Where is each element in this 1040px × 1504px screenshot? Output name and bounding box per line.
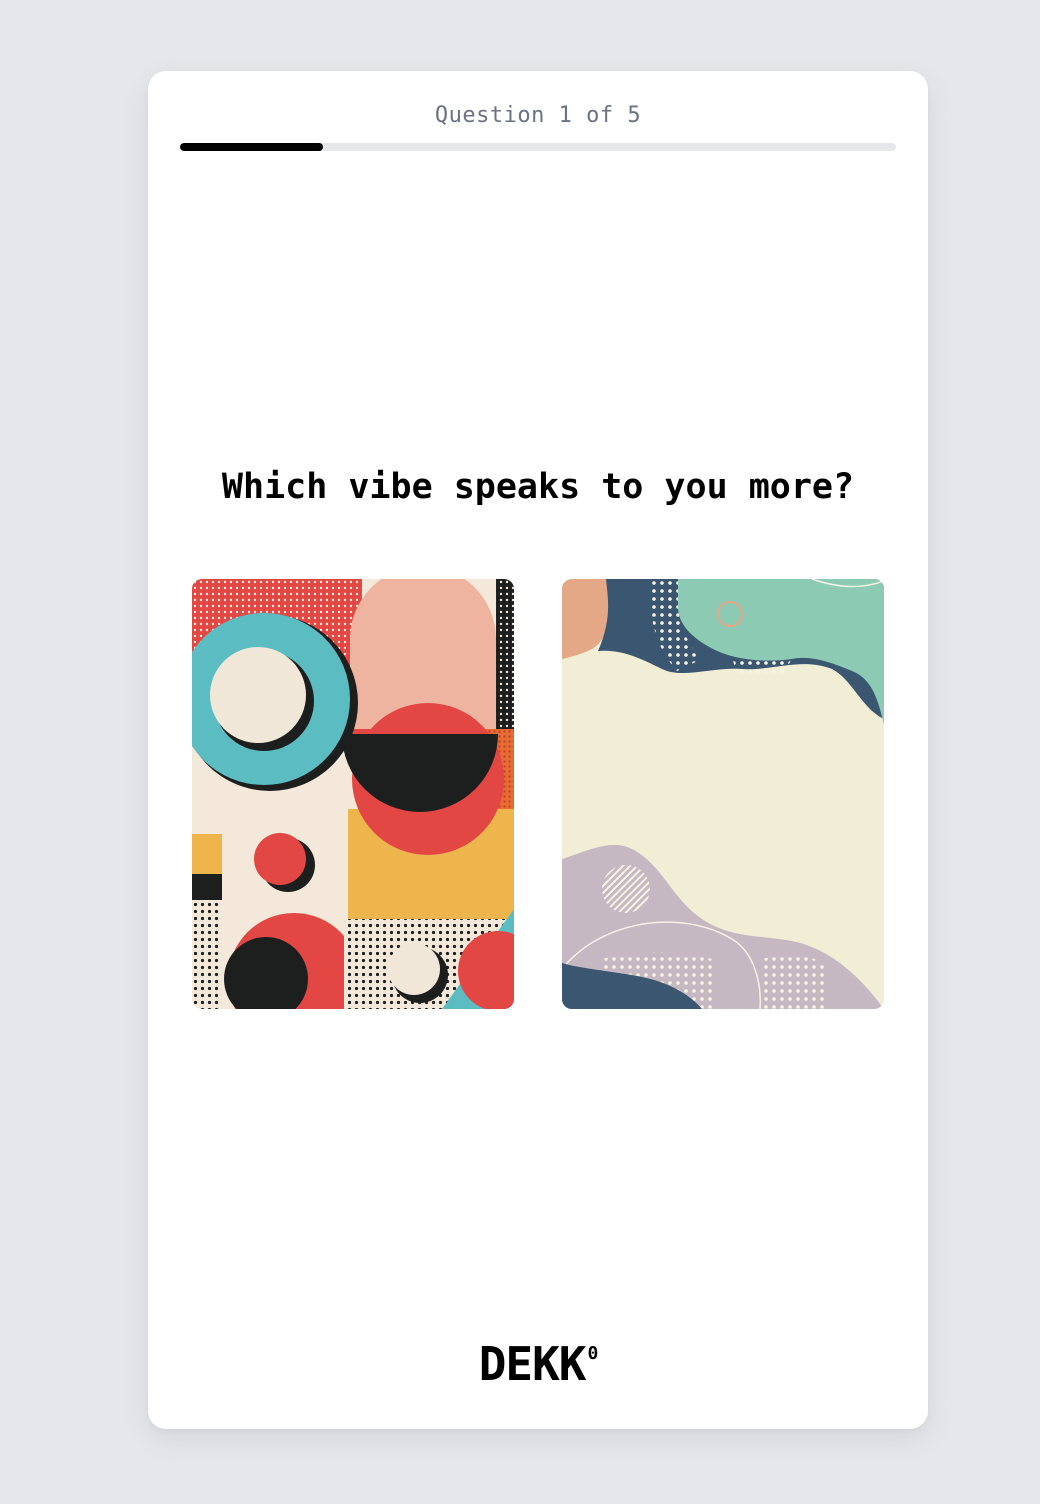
question-counter: Question 1 of 5 [434,103,642,128]
pastel-organic-option[interactable] [562,579,884,1009]
geometric-pop-art-option[interactable] [192,579,514,1009]
pastel-artwork-image [562,579,884,1009]
quiz-card: Question 1 of 5 Which vibe speaks to you… [148,71,928,1429]
dekk-logo: DEKK 0 [148,1337,928,1391]
logo-text: DEKK [478,1337,587,1391]
question-title: Which vibe speaks to you more? [221,467,855,507]
progress-bar [180,143,896,151]
progress-bar-fill [180,143,324,151]
logo-superscript: 0 [587,1343,598,1364]
geometric-artwork-image [192,579,514,1009]
